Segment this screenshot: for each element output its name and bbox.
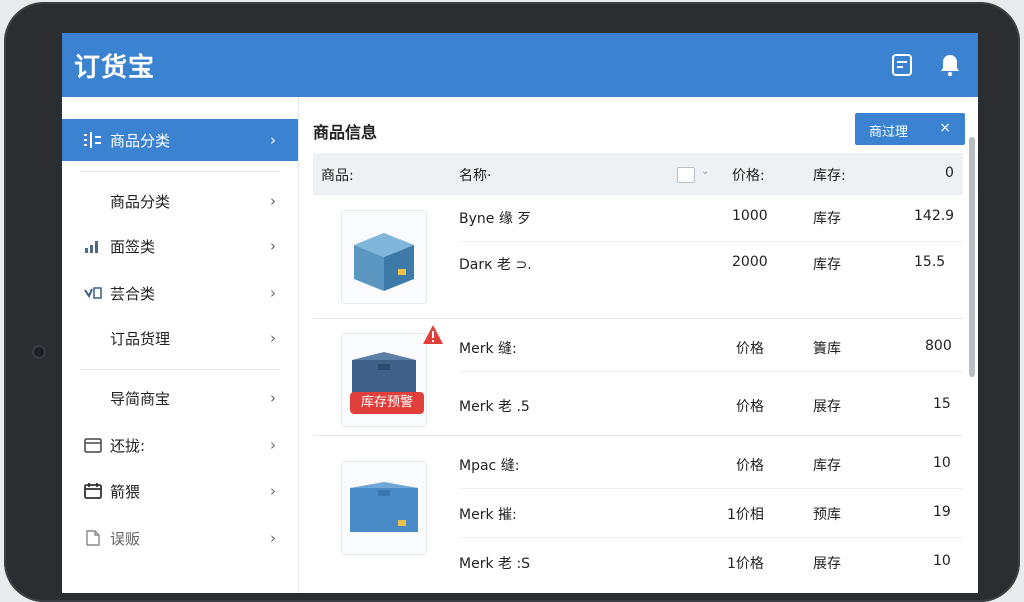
product-name: Merk 摧: <box>459 507 517 523</box>
sidebar-item-orders[interactable]: 订品货理 › <box>62 317 298 359</box>
product-qty: 800 <box>925 338 952 354</box>
product-qty: 142.9 <box>914 208 955 224</box>
sidebar-item-category-active[interactable]: 商品分类 › <box>62 119 298 161</box>
sidebar-item-label: 导简商宝 <box>110 389 171 408</box>
product-name: Byne 缘 歹 <box>459 211 532 227</box>
chevron-right-icon: › <box>270 131 276 149</box>
sidebar-item-returns[interactable]: 还拢: › <box>62 424 298 466</box>
product-qty: 15 <box>933 396 951 412</box>
stock-warning-badge: 库存预警 <box>350 392 424 414</box>
list-icon <box>82 129 104 151</box>
check-icon <box>82 282 104 304</box>
sidebar-item-schedule[interactable]: 箭猥 › <box>62 470 298 512</box>
sidebar-item-label: 箭猥 <box>110 482 141 501</box>
product-image[interactable]: 库存预警 <box>341 325 443 427</box>
scrollbar-thumb[interactable] <box>969 137 975 377</box>
chevron-right-icon: › <box>270 482 276 500</box>
product-stock-label: 簀库 <box>813 341 841 357</box>
column-header-product[interactable]: 商品: <box>321 165 354 185</box>
column-header-name[interactable]: 名称· <box>459 165 491 185</box>
sidebar-item-label: 商品分类 <box>110 131 171 150</box>
table-row[interactable]: Byne 缘 歹 1000 库存 142.9 <box>459 195 963 242</box>
product-price: 价格 <box>736 458 764 474</box>
sidebar-item-label: 芸合类 <box>110 284 156 303</box>
bar-chart-icon <box>82 235 104 257</box>
close-icon[interactable]: × <box>939 120 951 136</box>
column-header-price[interactable]: 价格: <box>732 165 765 185</box>
sidebar-item-combo[interactable]: 芸合类 › <box>62 272 298 314</box>
sidebar-item-label: 还拢: <box>110 436 146 455</box>
product-price: 2000 <box>732 254 768 270</box>
divider <box>313 318 963 319</box>
table-row[interactable]: Merk 老 .5 价格 展存 15 <box>459 383 963 429</box>
table-row[interactable]: Merk 摧: 1价相 预库 19 <box>459 491 963 538</box>
sidebar: 商品分类 › 商品分类 › 面签类 › 芸合类 › 订品货理 › 导简商宝 › … <box>62 97 299 593</box>
product-price: 价格 <box>736 399 764 415</box>
page-title: 商品信息 <box>313 123 378 142</box>
select-checkbox[interactable] <box>677 167 695 183</box>
product-price: 1价格 <box>727 556 764 572</box>
column-header-qty[interactable]: 0 <box>945 165 954 181</box>
table-row[interactable]: Merk 缝: 价格 簀库 800 <box>459 325 963 372</box>
product-price: 1000 <box>732 208 768 224</box>
column-header-stock[interactable]: 库存: <box>813 165 846 185</box>
divider <box>313 435 963 436</box>
chevron-right-icon: › <box>270 529 276 547</box>
filter-chip[interactable]: 商过理 × <box>855 113 965 145</box>
chevron-right-icon: › <box>270 329 276 347</box>
product-qty: 10 <box>933 553 951 569</box>
sidebar-item-label: 误贩 <box>110 529 141 548</box>
product-price: 1价相 <box>727 507 764 523</box>
product-qty: 19 <box>933 504 951 520</box>
table-row[interactable]: Mpac 缝: 价格 库存 10 <box>459 442 963 489</box>
product-qty: 15.5 <box>914 254 946 270</box>
product-image[interactable] <box>341 461 427 555</box>
product-name: Merk 老 .5 <box>459 399 530 415</box>
chevron-right-icon: › <box>270 284 276 302</box>
product-name: Darк 老 ⊃. <box>459 257 532 273</box>
warning-icon <box>422 324 444 346</box>
calendar-icon <box>82 480 104 502</box>
divider <box>80 171 280 172</box>
product-stock-label: 库存 <box>813 458 841 474</box>
app-title: 订货宝 <box>74 53 156 83</box>
product-name: Merk 老 :S <box>459 556 531 572</box>
product-name: Merk 缝: <box>459 341 517 357</box>
product-stock-label: 预库 <box>813 507 841 523</box>
sidebar-item-docs[interactable]: 误贩 › <box>62 517 298 559</box>
sidebar-item-label: 面签类 <box>110 237 156 256</box>
chevron-right-icon: › <box>270 237 276 255</box>
chevron-right-icon: › <box>270 192 276 210</box>
product-name: Mpac 缝: <box>459 458 520 474</box>
product-panel: 商品信息 商过理 × 商品: 名称· ⌄ 价格: 库存: 0 Byne 缘 歹 <box>299 97 978 593</box>
product-stock-label: 库存 <box>813 211 841 227</box>
chevron-right-icon: › <box>270 436 276 454</box>
table-row[interactable]: Darк 老 ⊃. 2000 库存 15.5 <box>459 241 963 287</box>
app-header: 订货宝 <box>62 33 978 97</box>
document-icon <box>82 527 104 549</box>
product-image[interactable] <box>341 210 427 304</box>
product-stock-label: 展存 <box>813 399 841 415</box>
sidebar-item-stats[interactable]: 面签类 › <box>62 225 298 267</box>
product-price: 价格 <box>736 341 764 357</box>
chevron-right-icon: › <box>270 389 276 407</box>
product-qty: 10 <box>933 455 951 471</box>
divider <box>80 369 280 370</box>
product-stock-label: 展存 <box>813 556 841 572</box>
sidebar-item-export[interactable]: 导简商宝 › <box>62 377 298 419</box>
app-screen: 订货宝 商品分类 › 商品分类 › 面签类 › 芸合类 › 订品货理 › 导简商… <box>62 33 978 593</box>
table-header: 商品: 名称· ⌄ 价格: 库存: 0 <box>313 153 963 195</box>
sidebar-item-label: 商品分类 <box>110 192 171 211</box>
notes-icon[interactable] <box>890 53 914 77</box>
bell-icon[interactable] <box>938 53 962 77</box>
product-stock-label: 库存 <box>813 257 841 273</box>
camera-dot <box>32 345 46 359</box>
chevron-down-icon[interactable]: ⌄ <box>701 166 709 177</box>
filter-chip-label: 商过理 <box>869 125 909 140</box>
calendar-icon <box>82 434 104 456</box>
table-row[interactable]: Merk 老 :S 1价格 展存 10 <box>459 540 963 586</box>
sidebar-item-label: 订品货理 <box>110 329 171 348</box>
sidebar-item-category[interactable]: 商品分类 › <box>62 180 298 222</box>
